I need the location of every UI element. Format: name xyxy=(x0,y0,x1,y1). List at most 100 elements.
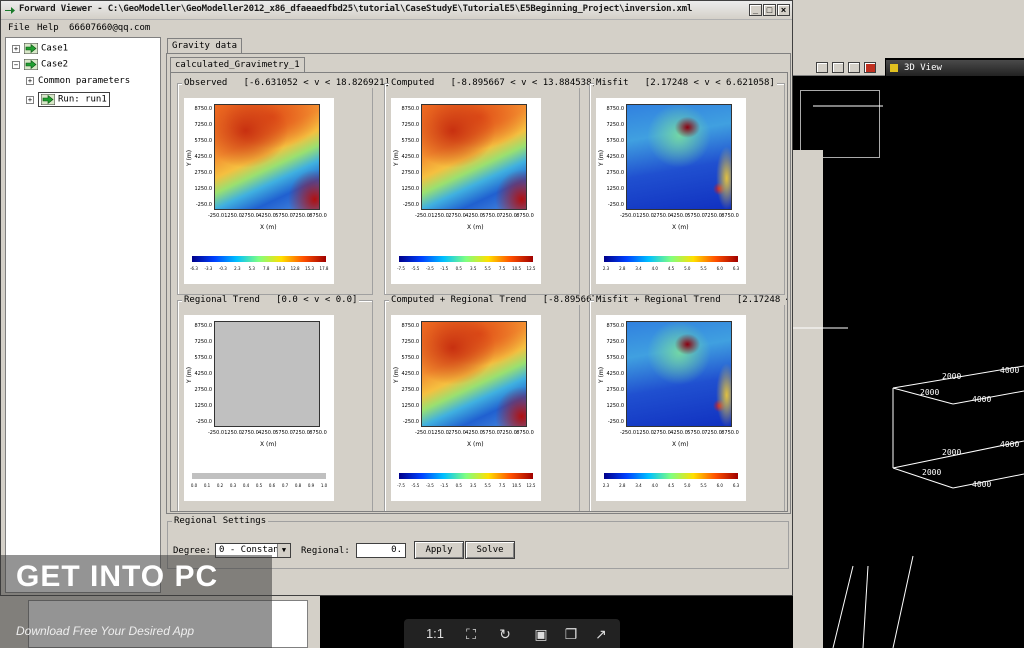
expand-icon[interactable]: + xyxy=(12,44,20,53)
x-tick-label: 2750.0 xyxy=(653,430,671,436)
copy-icon[interactable]: ❐ xyxy=(562,625,580,643)
fit-screen-icon[interactable]: ⛶ xyxy=(462,625,480,643)
axis-label-3d: 2000 xyxy=(942,448,962,457)
actual-size-button[interactable]: 1:1 xyxy=(424,625,446,643)
share-icon[interactable]: ↗ xyxy=(592,625,610,643)
expand-icon[interactable]: + xyxy=(26,77,34,85)
plot-card[interactable]: 8750.0 7250.0 5750.0 4250.0 2750.0 1250.0 -250… xyxy=(184,98,334,284)
x-axis-label: X (m) xyxy=(260,224,277,231)
plot-label: Misfit xyxy=(596,78,629,88)
y-tick-label: 7250.0 xyxy=(194,122,213,128)
image-viewer-toolbar: 1:1 ⛶ ↻ ▣ ❐ ↗ xyxy=(404,619,620,648)
y-tick-label: 5750.0 xyxy=(606,355,625,361)
solve-button[interactable]: Solve xyxy=(465,541,515,559)
x-tick-label: 5750.0 xyxy=(275,213,293,219)
x-axis-label: X (m) xyxy=(260,441,277,448)
x-tick-label: 7250.0 xyxy=(292,430,310,436)
tree-item-case1[interactable]: + Case1 xyxy=(12,43,68,57)
plot-frame xyxy=(421,321,527,427)
colorbar-tick-label: 4.5 xyxy=(667,266,675,271)
expand-icon[interactable]: + xyxy=(26,95,34,104)
plot-group-comp_reg: Computed + Regional Trend [-8.895667 < v… xyxy=(384,295,621,511)
forward-viewer-window: Forward Viewer - C:\GeoModeller\GeoModel… xyxy=(0,0,793,596)
y-tick-label: -250.0 xyxy=(607,202,624,208)
run-arrow-icon xyxy=(41,94,55,105)
collapse-icon[interactable]: − xyxy=(12,60,20,69)
colorbar-tick-label: 7.5 xyxy=(498,483,506,488)
colorbar-tick-label: 2.3 xyxy=(602,483,610,488)
y-tick-label: 1250.0 xyxy=(194,403,213,409)
plot-group-observed: Observed [-6.631052 < v < 18.826921] 8750… xyxy=(177,78,392,295)
tree-item-run1[interactable]: + Run: run1 xyxy=(26,92,110,107)
plot-card[interactable]: 8750.0 7250.0 5750.0 4250.0 2750.0 1250.0 -250… xyxy=(184,315,334,501)
regional-input[interactable]: 0. xyxy=(356,543,406,558)
rotate-icon[interactable]: ↻ xyxy=(496,625,514,643)
plot-card[interactable]: 8750.0 7250.0 5750.0 4250.0 2750.0 1250.0 -250… xyxy=(596,315,746,501)
minimize-button[interactable]: _ xyxy=(749,4,762,16)
y-tick-label: 8750.0 xyxy=(606,323,625,329)
save-icon[interactable]: ▣ xyxy=(532,625,550,643)
y-tick-label: 2750.0 xyxy=(194,387,213,393)
degree-value: 0 - Constant xyxy=(219,545,285,555)
colorbar-tick-label: -7.5 xyxy=(397,266,405,271)
colorbar-tick-label: 10.3 xyxy=(276,266,286,271)
y-tick-label: 5750.0 xyxy=(194,138,213,144)
y-tick-label: -250.0 xyxy=(195,419,212,425)
bg-maximize-icon[interactable] xyxy=(848,62,860,73)
axis-label-3d: 4000 xyxy=(1000,440,1020,449)
x-tick-label: 4250.0 xyxy=(465,430,483,436)
x-axis-label: X (m) xyxy=(467,224,484,231)
colorbar-tick-label: 5.0 xyxy=(684,483,691,488)
x-tick-label: 7250.0 xyxy=(704,430,722,436)
tab-gravity-data[interactable]: Gravity data xyxy=(167,38,243,54)
x-tick-label: 7250.0 xyxy=(499,430,517,436)
plot-label: Computed xyxy=(391,78,435,88)
colorbar-tick-label: -1.5 xyxy=(440,266,449,271)
colorbar-tick-label: 6.0 xyxy=(716,483,723,488)
y-tick-label: -250.0 xyxy=(195,202,212,208)
plot-card[interactable]: 8750.0 7250.0 5750.0 4250.0 2750.0 1250.0 -250… xyxy=(391,315,541,501)
axis-label-3d: 4000 xyxy=(972,395,992,404)
x-tick-label: 8750.0 xyxy=(516,430,534,436)
tab-calculated-gravimetry[interactable]: calculated_Gravimetry_1 xyxy=(170,57,305,73)
x-axis-label: X (m) xyxy=(467,441,484,448)
chevron-down-icon[interactable]: ▼ xyxy=(277,544,290,557)
tree-item-common-parameters[interactable]: + Common parameters xyxy=(26,76,130,90)
plot-frame xyxy=(214,104,320,210)
x-tick-label: 1250.0 xyxy=(431,430,449,436)
colorbar-tick-label: 4.0 xyxy=(651,266,658,271)
x-tick-label: 8750.0 xyxy=(516,213,534,219)
x-tick-label: -250.0 xyxy=(619,213,637,219)
plot-card[interactable]: 8750.0 7250.0 5750.0 4250.0 2750.0 1250.0 -250… xyxy=(391,98,541,284)
menu-help[interactable]: Help xyxy=(37,23,59,33)
window-titlebar[interactable]: Forward Viewer - C:\GeoModeller\GeoModel… xyxy=(1,1,792,20)
plot-range: [-8.895667 < v < 13.884538] xyxy=(450,78,597,88)
tree-item-case2[interactable]: − Case2 xyxy=(12,59,68,73)
maximize-button[interactable]: □ xyxy=(763,4,776,16)
colorbar xyxy=(192,256,326,262)
colorbar xyxy=(399,256,533,262)
colorbar-tick-label: 1.0 xyxy=(320,483,328,488)
colorbar-tick-label: 0.4 xyxy=(242,483,250,488)
x-tick-label: 4250.0 xyxy=(258,213,276,219)
colorbar-tick-label: -5.5 xyxy=(411,266,420,271)
axis-label-3d: 4000 xyxy=(972,480,992,489)
y-tick-label: 7250.0 xyxy=(194,339,213,345)
x-tick-label: 1250.0 xyxy=(431,213,449,219)
plot-card[interactable]: 8750.0 7250.0 5750.0 4250.0 2750.0 1250.0 -250… xyxy=(596,98,746,284)
project-tree[interactable]: + Case1 − Case2 + Common parameters + Run: r… xyxy=(5,37,161,593)
view-3d-canvas[interactable] xyxy=(793,76,1024,648)
bg-minimize-icon[interactable] xyxy=(816,62,828,73)
bg-close-icon[interactable] xyxy=(864,62,876,73)
close-button[interactable]: × xyxy=(777,4,790,16)
colorbar-tick-label: 3.5 xyxy=(470,266,477,271)
x-tick-label: 2750.0 xyxy=(448,430,466,436)
colorbar-tick-label: 0.2 xyxy=(216,483,224,488)
plot-range: [2.17248 < v < 6.621058] xyxy=(644,78,775,88)
bg-restore-icon[interactable] xyxy=(832,62,844,73)
menu-file[interactable]: File xyxy=(8,23,30,33)
colorbar-tick-label: 6.3 xyxy=(732,483,740,488)
y-axis-label: Y (m) xyxy=(393,366,400,383)
y-axis-label: Y (m) xyxy=(598,149,605,166)
apply-button[interactable]: Apply xyxy=(414,541,464,559)
